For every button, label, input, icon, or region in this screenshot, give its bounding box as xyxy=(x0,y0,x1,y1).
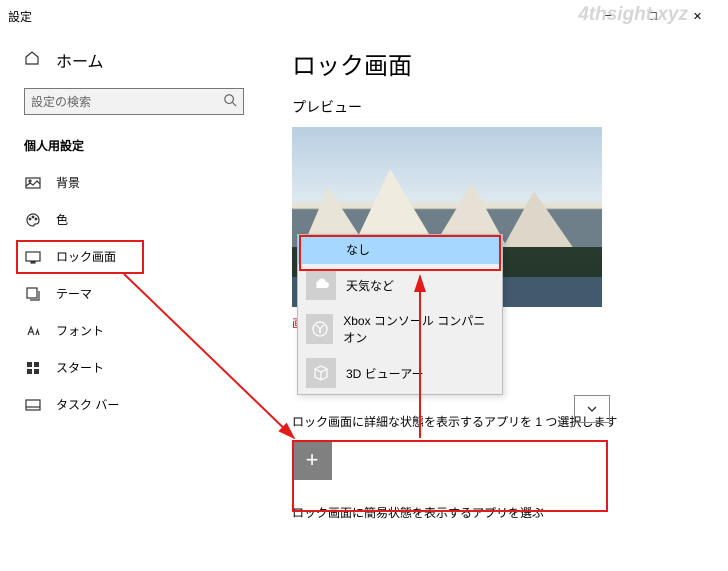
start-icon xyxy=(24,360,42,376)
flyout-item-3dviewer[interactable]: 3D ビューアー xyxy=(298,352,502,394)
home-label: ホーム xyxy=(56,48,104,72)
search-icon xyxy=(223,93,237,110)
window-title: 設定 xyxy=(8,8,585,25)
sidebar-item-label: テーマ xyxy=(56,285,92,302)
simple-app-label: ロック画面に簡易状態を表示するアプリを選ぶ xyxy=(292,504,728,521)
page-title: ロック画面 xyxy=(292,46,728,81)
close-button[interactable]: ✕ xyxy=(675,0,720,32)
palette-icon xyxy=(24,212,42,228)
sidebar-item-label: 背景 xyxy=(56,174,80,191)
flyout-item-label: 3D ビューアー xyxy=(346,365,423,382)
flyout-item-label: 天気など xyxy=(346,277,394,294)
picture-icon xyxy=(24,175,42,191)
sidebar-item-label: ロック画面 xyxy=(56,248,116,265)
sidebar: ホーム 設定の検索 個人用設定 背景 色 ロッ xyxy=(0,32,268,571)
sidebar-section-title: 個人用設定 xyxy=(0,127,268,164)
flyout-item-label: Xbox コンソール コンパニオン xyxy=(343,312,494,346)
sidebar-item-label: タスク バー xyxy=(56,396,119,413)
lockscreen-icon xyxy=(24,249,42,265)
xbox-icon xyxy=(306,314,333,344)
preview-label: プレビュー xyxy=(292,97,728,117)
sidebar-item-label: スタート xyxy=(56,359,104,376)
minimize-button[interactable]: ─ xyxy=(585,0,630,32)
sidebar-item-fonts[interactable]: フォント xyxy=(0,312,268,349)
sidebar-item-colors[interactable]: 色 xyxy=(0,201,268,238)
sidebar-item-background[interactable]: 背景 xyxy=(0,164,268,201)
sidebar-item-taskbar[interactable]: タスク バー xyxy=(0,386,268,423)
detail-app-label: ロック画面に詳細な状態を表示するアプリを 1 つ選択します xyxy=(292,413,728,430)
window-controls: ─ ☐ ✕ xyxy=(585,0,720,32)
home-icon xyxy=(24,50,42,71)
font-icon xyxy=(24,323,42,339)
sidebar-item-label: フォント xyxy=(56,322,104,339)
maximize-button[interactable]: ☐ xyxy=(630,0,675,32)
flyout-item-label: なし xyxy=(346,241,370,258)
add-detail-app-button[interactable]: + xyxy=(292,440,332,480)
search-input[interactable]: 設定の検索 xyxy=(24,88,244,115)
taskbar-icon xyxy=(24,397,42,413)
cube-icon xyxy=(306,358,336,388)
sidebar-item-lockscreen[interactable]: ロック画面 xyxy=(0,238,268,275)
app-picker-flyout: なし 天気など Xbox コンソール コンパニオン 3D ビューアー xyxy=(297,234,503,395)
theme-icon xyxy=(24,286,42,302)
flyout-item-xbox[interactable]: Xbox コンソール コンパニオン xyxy=(298,306,502,352)
titlebar: 設定 ─ ☐ ✕ xyxy=(0,0,728,32)
sidebar-item-themes[interactable]: テーマ xyxy=(0,275,268,312)
sidebar-item-start[interactable]: スタート xyxy=(0,349,268,386)
flyout-item-none[interactable]: なし xyxy=(298,235,502,264)
weather-icon xyxy=(306,270,336,300)
dropdown-chevron[interactable] xyxy=(574,395,610,423)
search-placeholder: 設定の検索 xyxy=(31,93,223,110)
sidebar-item-label: 色 xyxy=(56,211,68,228)
flyout-item-weather[interactable]: 天気など xyxy=(298,264,502,306)
home-button[interactable]: ホーム xyxy=(0,40,268,80)
settings-window: 4thsight.xyz 設定 ─ ☐ ✕ ホーム 設定の検索 xyxy=(0,0,728,571)
